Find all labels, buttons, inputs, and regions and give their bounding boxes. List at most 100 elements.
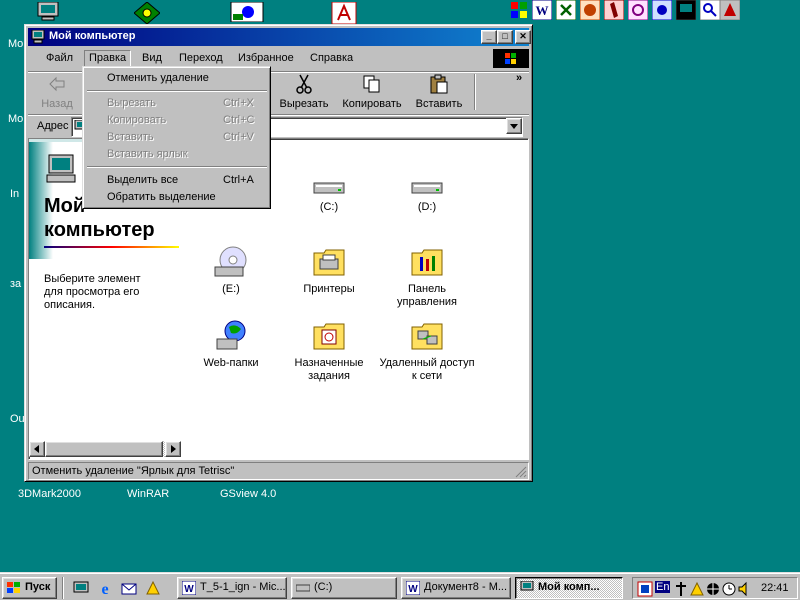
shortcut-icon-7[interactable] [676,0,696,20]
taskbar-button-drive-c[interactable]: (C:) [291,577,397,599]
quick-launch: e [62,577,166,599]
menu-separator [87,166,267,168]
address-dropdown-button[interactable] [506,118,522,134]
minimize-button[interactable]: _ [481,30,497,44]
desktop-label-3dmark[interactable]: 3DMark2000 [18,488,81,500]
outlook-icon[interactable] [628,0,648,20]
windows-logo-throbber [493,49,529,68]
web-folders[interactable]: Web-папки [181,319,281,370]
powerpoint-icon[interactable] [580,0,600,20]
desktop-app-icon[interactable] [230,2,264,22]
office-bar-menu-icon[interactable] [510,1,528,19]
drive-e[interactable]: (E:) [181,245,281,296]
menu-help[interactable]: Справка [305,50,358,67]
desktop-label[interactable]: Mo [8,113,23,125]
tray-icon-3[interactable] [689,581,705,597]
menu-item-paste[interactable]: Вставить Ctrl+V [86,129,268,146]
menu-edit[interactable]: Правка [84,50,132,67]
clock-icon[interactable] [721,581,737,597]
desktop-label-gsview[interactable]: GSview 4.0 [220,488,276,500]
cut-button[interactable]: Вырезать [275,72,333,112]
menu-favorites[interactable]: Избранное [233,50,299,67]
menu-item-select-all[interactable]: Выделить все Ctrl+A [86,172,268,189]
toolbar-more-chevron[interactable]: » [516,72,522,84]
info-pane-description: Выберите элемент для просмотра его описа… [44,273,141,311]
edit-menu-dropdown: Отменить удаление Вырезать Ctrl+X Копиров… [82,66,271,209]
back-button[interactable]: Назад [34,72,80,112]
publisher-icon[interactable] [652,0,672,20]
printers-label: Принтеры [303,283,355,295]
dial-up-networking-label: Удаленный доступ к сети [379,357,475,382]
scheduled-tasks-folder[interactable]: Назначенные задания [279,319,379,383]
dial-up-networking-folder-icon [411,323,443,350]
address-label: Адрес [37,120,69,132]
access-icon[interactable] [604,0,624,20]
network-icon[interactable] [134,2,160,24]
menu-item-invert-selection[interactable]: Обратить выделение [86,189,268,206]
taskbar-button-my-computer[interactable]: Мой комп... [515,577,623,599]
drive-d[interactable]: (D:) [377,175,477,214]
menu-item-copy[interactable]: Копировать Ctrl+C [86,112,268,129]
word-icon[interactable]: W [532,0,552,20]
window-title: Мой компьютер [49,30,136,42]
title-bar[interactable]: Мой компьютер _ □ ✕ [28,28,531,46]
svg-text:W: W [536,3,549,18]
resize-grip-icon[interactable] [514,465,527,478]
desktop-computer-icon[interactable] [36,2,62,22]
hard-drive-icon [296,584,310,592]
my-computer-icon [520,581,534,591]
taskbar-button-word-doc[interactable]: W T_5-1_ign - Mic... [177,577,287,599]
maximize-button[interactable]: □ [497,30,513,44]
desktop-label[interactable]: In [10,188,19,200]
menu-item-cut[interactable]: Вырезать Ctrl+X [86,95,268,112]
dial-up-networking-folder[interactable]: Удаленный доступ к сети [377,319,477,383]
control-panel-folder[interactable]: Панель управления [377,245,477,309]
shortcut-icon-9[interactable] [720,0,740,20]
paste-button[interactable]: Вставить [411,72,467,112]
scroll-left-button[interactable] [29,441,45,457]
printers-folder[interactable]: Принтеры [279,245,379,296]
desktop-label[interactable]: Mo [8,38,23,50]
my-computer-icon[interactable] [31,30,45,44]
menu-file[interactable]: Файл [41,50,78,67]
drive-e-label: (E:) [222,283,240,295]
info-pane-divider [44,246,179,248]
desktop-label-winrar[interactable]: WinRAR [127,488,169,500]
status-bar: Отменить удаление "Ярлык для Tetrisc" [28,462,529,480]
toolbar-separator [474,74,476,110]
hard-drive-icon [411,182,443,194]
start-button[interactable]: Пуск [2,577,57,599]
excel-icon[interactable] [556,0,576,20]
clock[interactable]: 22:41 [761,582,789,594]
menu-item-paste-shortcut[interactable]: Вставить ярлык [86,146,268,163]
taskbar-button-document8[interactable]: W Документ8 - M... [401,577,511,599]
tray-icon-4[interactable] [705,581,721,597]
show-desktop-icon[interactable] [73,580,89,596]
horizontal-scrollbar[interactable] [29,441,181,457]
scroll-right-button[interactable] [165,441,181,457]
acrobat-icon[interactable] [330,2,358,24]
desktop-label[interactable]: за [10,278,21,290]
shortcut-icon-8[interactable] [700,0,720,20]
scroll-thumb[interactable] [45,441,163,457]
language-indicator[interactable]: En [655,581,671,593]
menu-view[interactable]: Вид [137,50,167,67]
tray-app-icon[interactable] [637,581,653,597]
menu-go[interactable]: Переход [174,50,228,67]
drive-c[interactable]: (C:) [279,175,379,214]
copy-button[interactable]: Копировать [338,72,406,112]
tray-icon-2[interactable] [673,581,689,597]
volume-icon[interactable] [737,581,753,597]
scheduled-tasks-label: Назначенные задания [294,357,364,382]
desktop-label[interactable]: Ou [10,413,25,425]
menu-item-undo-delete[interactable]: Отменить удаление [86,70,268,87]
close-button[interactable]: ✕ [515,30,531,44]
scissors-icon [296,74,312,94]
back-arrow-icon [49,76,65,92]
quick-launch-app-icon[interactable] [145,580,161,596]
web-folders-icon [216,320,246,350]
chevron-down-icon [510,124,518,129]
drive-c-label: (C:) [319,201,339,213]
outlook-express-icon[interactable] [121,580,137,596]
internet-explorer-icon[interactable]: e [97,580,113,596]
